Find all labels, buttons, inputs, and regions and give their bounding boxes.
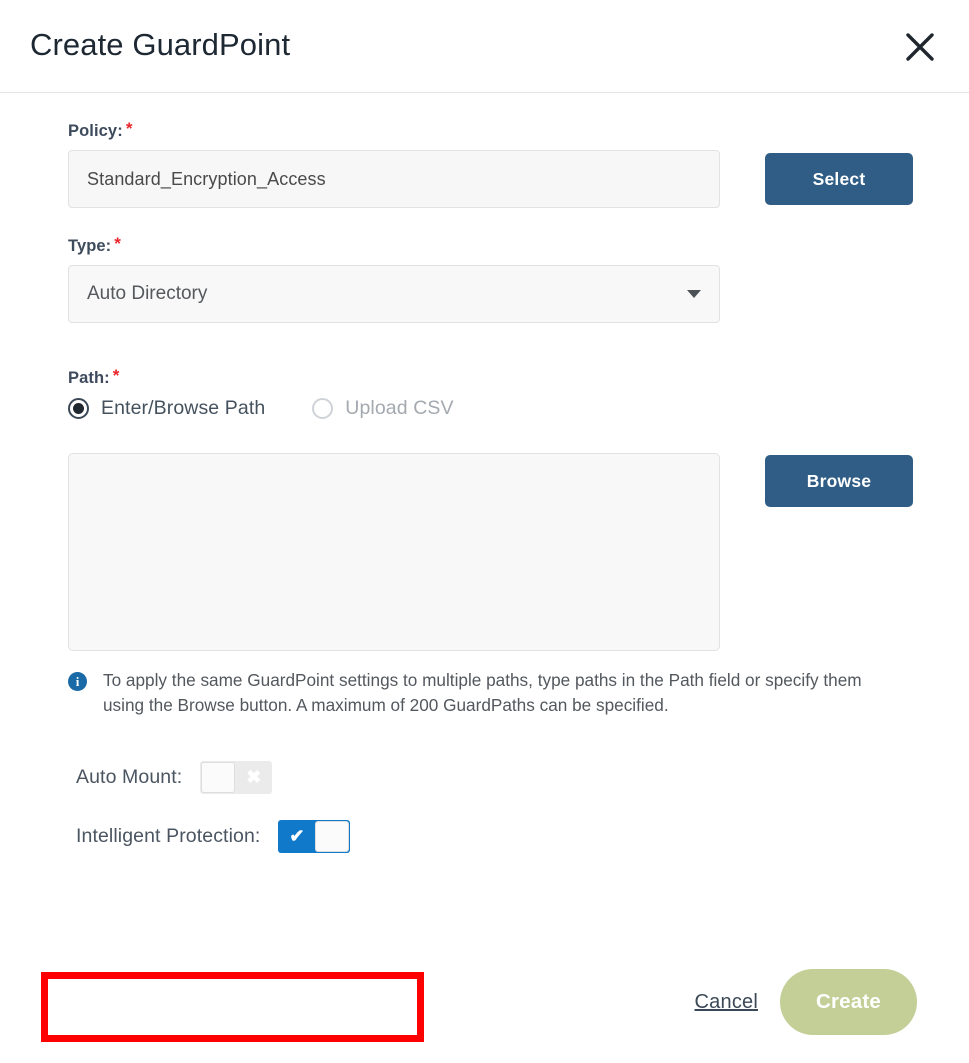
- select-policy-button[interactable]: Select: [765, 153, 913, 205]
- required-asterisk: *: [125, 119, 133, 138]
- intelligent-protection-toggle[interactable]: ✔: [278, 819, 351, 853]
- radio-enter-browse-path-label: Enter/Browse Path: [101, 397, 266, 419]
- intelligent-protection-label: Intelligent Protection:: [76, 824, 261, 847]
- info-circle-icon: i: [68, 672, 87, 691]
- dialog-header: Create GuardPoint: [0, 0, 969, 93]
- intelligent-protection-row: Intelligent Protection: ✔: [0, 819, 969, 853]
- close-icon: [903, 30, 937, 64]
- auto-mount-label: Auto Mount:: [76, 765, 183, 788]
- radio-upload-csv-label: Upload CSV: [345, 397, 454, 419]
- auto-mount-row: Auto Mount: ✖: [0, 760, 969, 794]
- type-label: Type: *: [68, 234, 969, 256]
- browse-button[interactable]: Browse: [765, 455, 913, 507]
- path-input-row: Browse: [68, 453, 969, 651]
- policy-label-text: Policy:: [68, 122, 123, 140]
- path-textarea[interactable]: [68, 453, 720, 651]
- info-note-text: To apply the same GuardPoint settings to…: [103, 670, 862, 716]
- type-selected-value: Auto Directory: [87, 283, 208, 304]
- type-select[interactable]: Auto Directory: [68, 265, 720, 323]
- radio-upload-csv[interactable]: Upload CSV: [312, 397, 453, 420]
- toggle-check-icon: ✔: [289, 825, 305, 846]
- toggle-knob: [315, 820, 350, 852]
- policy-row: Standard_Encryption_Access Select: [68, 150, 969, 208]
- policy-field-group: Policy: * Standard_Encryption_Access Sele…: [0, 119, 969, 208]
- radio-enter-browse-path[interactable]: Enter/Browse Path: [68, 397, 265, 420]
- type-label-text: Type:: [68, 237, 112, 255]
- dialog-body: Policy: * Standard_Encryption_Access Sele…: [0, 93, 969, 1063]
- path-field-group: Path: * Enter/Browse Path Upload CSV Brow…: [0, 366, 969, 719]
- chevron-down-icon: [687, 290, 701, 298]
- highlight-annotation: [41, 972, 424, 1042]
- required-asterisk: *: [114, 234, 121, 253]
- auto-mount-toggle[interactable]: ✖: [200, 760, 273, 794]
- dialog-footer: Cancel Create: [695, 969, 917, 1035]
- radio-unselected-icon: [312, 398, 334, 419]
- policy-input[interactable]: Standard_Encryption_Access: [68, 150, 720, 208]
- path-label-text: Path:: [68, 369, 110, 387]
- policy-label: Policy: *: [68, 119, 969, 141]
- path-mode-radio-group: Enter/Browse Path Upload CSV: [68, 397, 969, 420]
- path-label: Path: *: [68, 366, 969, 388]
- required-asterisk: *: [112, 366, 120, 385]
- close-button[interactable]: [897, 25, 943, 69]
- radio-selected-icon: [68, 398, 89, 419]
- toggle-knob: [201, 761, 236, 793]
- info-note: i To apply the same GuardPoint settings …: [68, 668, 969, 719]
- page-title: Create GuardPoint: [30, 26, 291, 62]
- cancel-button[interactable]: Cancel: [695, 991, 758, 1014]
- create-button[interactable]: Create: [780, 969, 917, 1035]
- create-guardpoint-dialog: Create GuardPoint Policy: * Standard_Encr…: [0, 0, 969, 1063]
- toggle-cross-icon: ✖: [246, 766, 262, 787]
- type-field-group: Type: * Auto Directory: [0, 234, 969, 323]
